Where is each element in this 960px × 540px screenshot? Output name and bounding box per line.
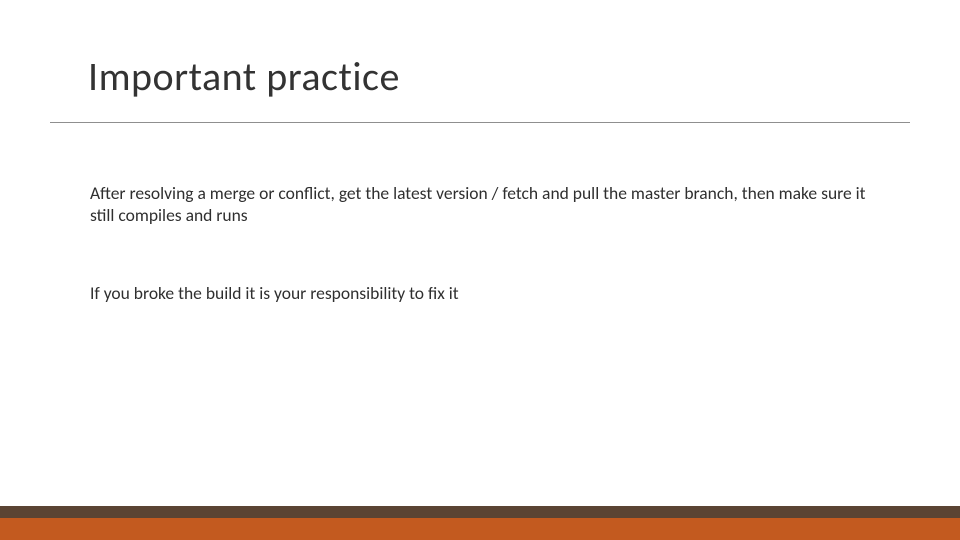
slide: Important practice After resolving a mer… [0, 0, 960, 540]
body-paragraph-2: If you broke the build it is your respon… [90, 282, 880, 304]
footer-stripe-bottom [0, 518, 960, 540]
title-underline [50, 122, 910, 123]
body-paragraph-1: After resolving a merge or conflict, get… [90, 182, 880, 227]
footer-bar [0, 506, 960, 540]
slide-title: Important practice [88, 52, 400, 101]
footer-stripe-top [0, 506, 960, 518]
